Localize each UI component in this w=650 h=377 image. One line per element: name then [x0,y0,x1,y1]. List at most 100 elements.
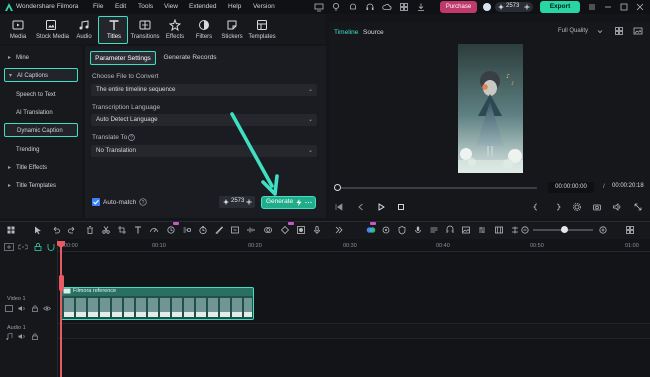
menu-view[interactable]: View [164,3,178,10]
playhead[interactable] [60,241,62,377]
tool-templates[interactable]: Templates [247,18,277,42]
headset-icon[interactable] [365,2,375,12]
zoom-slider-handle[interactable] [561,226,568,233]
keyframe-icon[interactable] [280,225,290,235]
mask-icon[interactable] [296,225,306,235]
audio-track-lane[interactable] [58,323,650,339]
link-icon[interactable] [18,243,28,251]
filmstrip-icon[interactable] [494,225,504,235]
sidebar-item-dynamic-caption[interactable]: Dynamic Caption [4,123,78,137]
file-select[interactable]: The entire timeline sequence ⌄ [91,84,317,96]
track-film-icon[interactable] [5,305,13,312]
redo-icon[interactable] [67,225,77,235]
select-tool-icon[interactable] [33,225,43,235]
sidebar-item-mine[interactable]: ▸ Mine [4,51,78,65]
ai-effect-icon[interactable] [166,225,176,235]
track-lock-icon[interactable] [31,333,39,340]
translate-select[interactable]: No Translation ⌄ [91,145,317,157]
tool-transitions[interactable]: Transitions [130,18,160,42]
render-settings-icon[interactable] [572,202,582,212]
export-button[interactable]: Export [540,1,580,13]
sidebar-item-title-effects[interactable]: ▸ Title Effects [4,161,78,175]
microphone-icon[interactable] [413,225,423,235]
tab-parameter-settings[interactable]: Parameter Settings [90,51,156,65]
split-icon[interactable] [101,225,111,235]
tool-filters[interactable]: Filters [189,18,219,42]
stop-icon[interactable] [396,202,406,212]
menu-help[interactable]: Help [228,3,241,10]
mark-out-icon[interactable] [553,202,563,212]
help-icon[interactable]: ? [128,134,135,141]
menu-extended[interactable]: Extended [189,3,216,10]
audio-track-icon[interactable] [429,225,439,235]
timer-icon[interactable] [198,225,208,235]
track-mute-icon[interactable] [18,305,26,312]
auto-match-checkbox[interactable] [92,198,100,206]
sidebar-item-trending[interactable]: Trending [4,143,78,157]
crop-icon[interactable] [117,225,127,235]
timeline-grid-icon[interactable] [625,225,635,235]
image-icon[interactable] [461,225,471,235]
lightbulb-icon[interactable] [331,2,341,12]
volume-icon[interactable] [612,202,622,212]
zoom-in-icon[interactable] [598,225,608,235]
layout-grid-icon[interactable] [6,225,16,235]
track-magnet-icon[interactable] [46,243,56,251]
snapshot-grid-icon[interactable] [614,26,624,36]
tool-stickers[interactable]: Stickers [217,18,247,42]
sidebar-item-ai-captions[interactable]: ▾ AI Captions [4,68,78,82]
audio-adjust-icon[interactable] [246,225,256,235]
sidebar-item-title-templates[interactable]: ▸ Title Templates [4,179,78,193]
ripple-icon[interactable] [477,225,487,235]
layout-menu-icon[interactable] [587,2,597,12]
track-lock-icon[interactable] [31,305,39,312]
minimize-icon[interactable] [603,2,613,12]
zoom-out-icon[interactable] [520,225,530,235]
paint-icon[interactable] [214,225,224,235]
timeline-ruler[interactable] [58,251,650,252]
camera-icon[interactable] [592,202,602,212]
undo-icon[interactable] [51,225,61,235]
sidebar-item-speech-to-text[interactable]: Speech to Text [4,88,78,102]
sidebar-item-ai-translation[interactable]: AI Translation [4,106,78,120]
close-icon[interactable] [635,2,645,12]
menu-file[interactable]: File [93,3,103,10]
marker-icon[interactable] [381,225,391,235]
menu-version[interactable]: Version [253,3,275,10]
language-select[interactable]: Auto Detect Language ⌄ [91,114,317,126]
cloud-upload-icon[interactable] [382,2,392,12]
tool-effects[interactable]: Effects [160,18,190,42]
notification-icon[interactable] [348,2,358,12]
shield-icon[interactable] [397,225,407,235]
speed-icon[interactable] [149,225,159,235]
more-options-icon[interactable] [305,200,312,205]
add-credits-icon[interactable] [524,4,530,10]
purchase-button[interactable]: Purchase [440,1,477,13]
split-audio-icon[interactable] [510,225,520,235]
add-track-icon[interactable] [4,243,14,251]
maximize-icon[interactable] [619,2,629,12]
text-icon[interactable] [133,225,143,235]
delete-icon[interactable] [85,225,95,235]
tab-source[interactable]: Source [363,29,384,36]
track-visibility-icon[interactable] [43,305,51,312]
motion-icon[interactable] [182,225,192,235]
fullscreen-icon[interactable] [633,202,643,212]
tool-media[interactable]: Media [3,18,33,42]
preview-scrub-handle[interactable] [334,184,341,191]
track-music-icon[interactable] [5,333,13,340]
previous-frame-icon[interactable] [334,202,344,212]
step-back-icon[interactable] [356,202,366,212]
monitor-icon[interactable] [314,2,324,12]
more-tools-icon[interactable] [334,225,344,235]
tool-audio[interactable]: Audio [69,18,99,42]
avatar[interactable] [483,3,491,11]
download-icon[interactable] [416,2,426,12]
menu-tools[interactable]: Tools [138,3,153,10]
tool-titles[interactable]: Titles [98,16,128,44]
help-icon[interactable]: ? [139,198,147,206]
tab-generate-records[interactable]: Generate Records [160,51,220,65]
track-mute-icon[interactable] [18,333,26,340]
tab-timeline[interactable]: Timeline [334,29,358,36]
ai-copilot-icon[interactable] [366,225,376,235]
